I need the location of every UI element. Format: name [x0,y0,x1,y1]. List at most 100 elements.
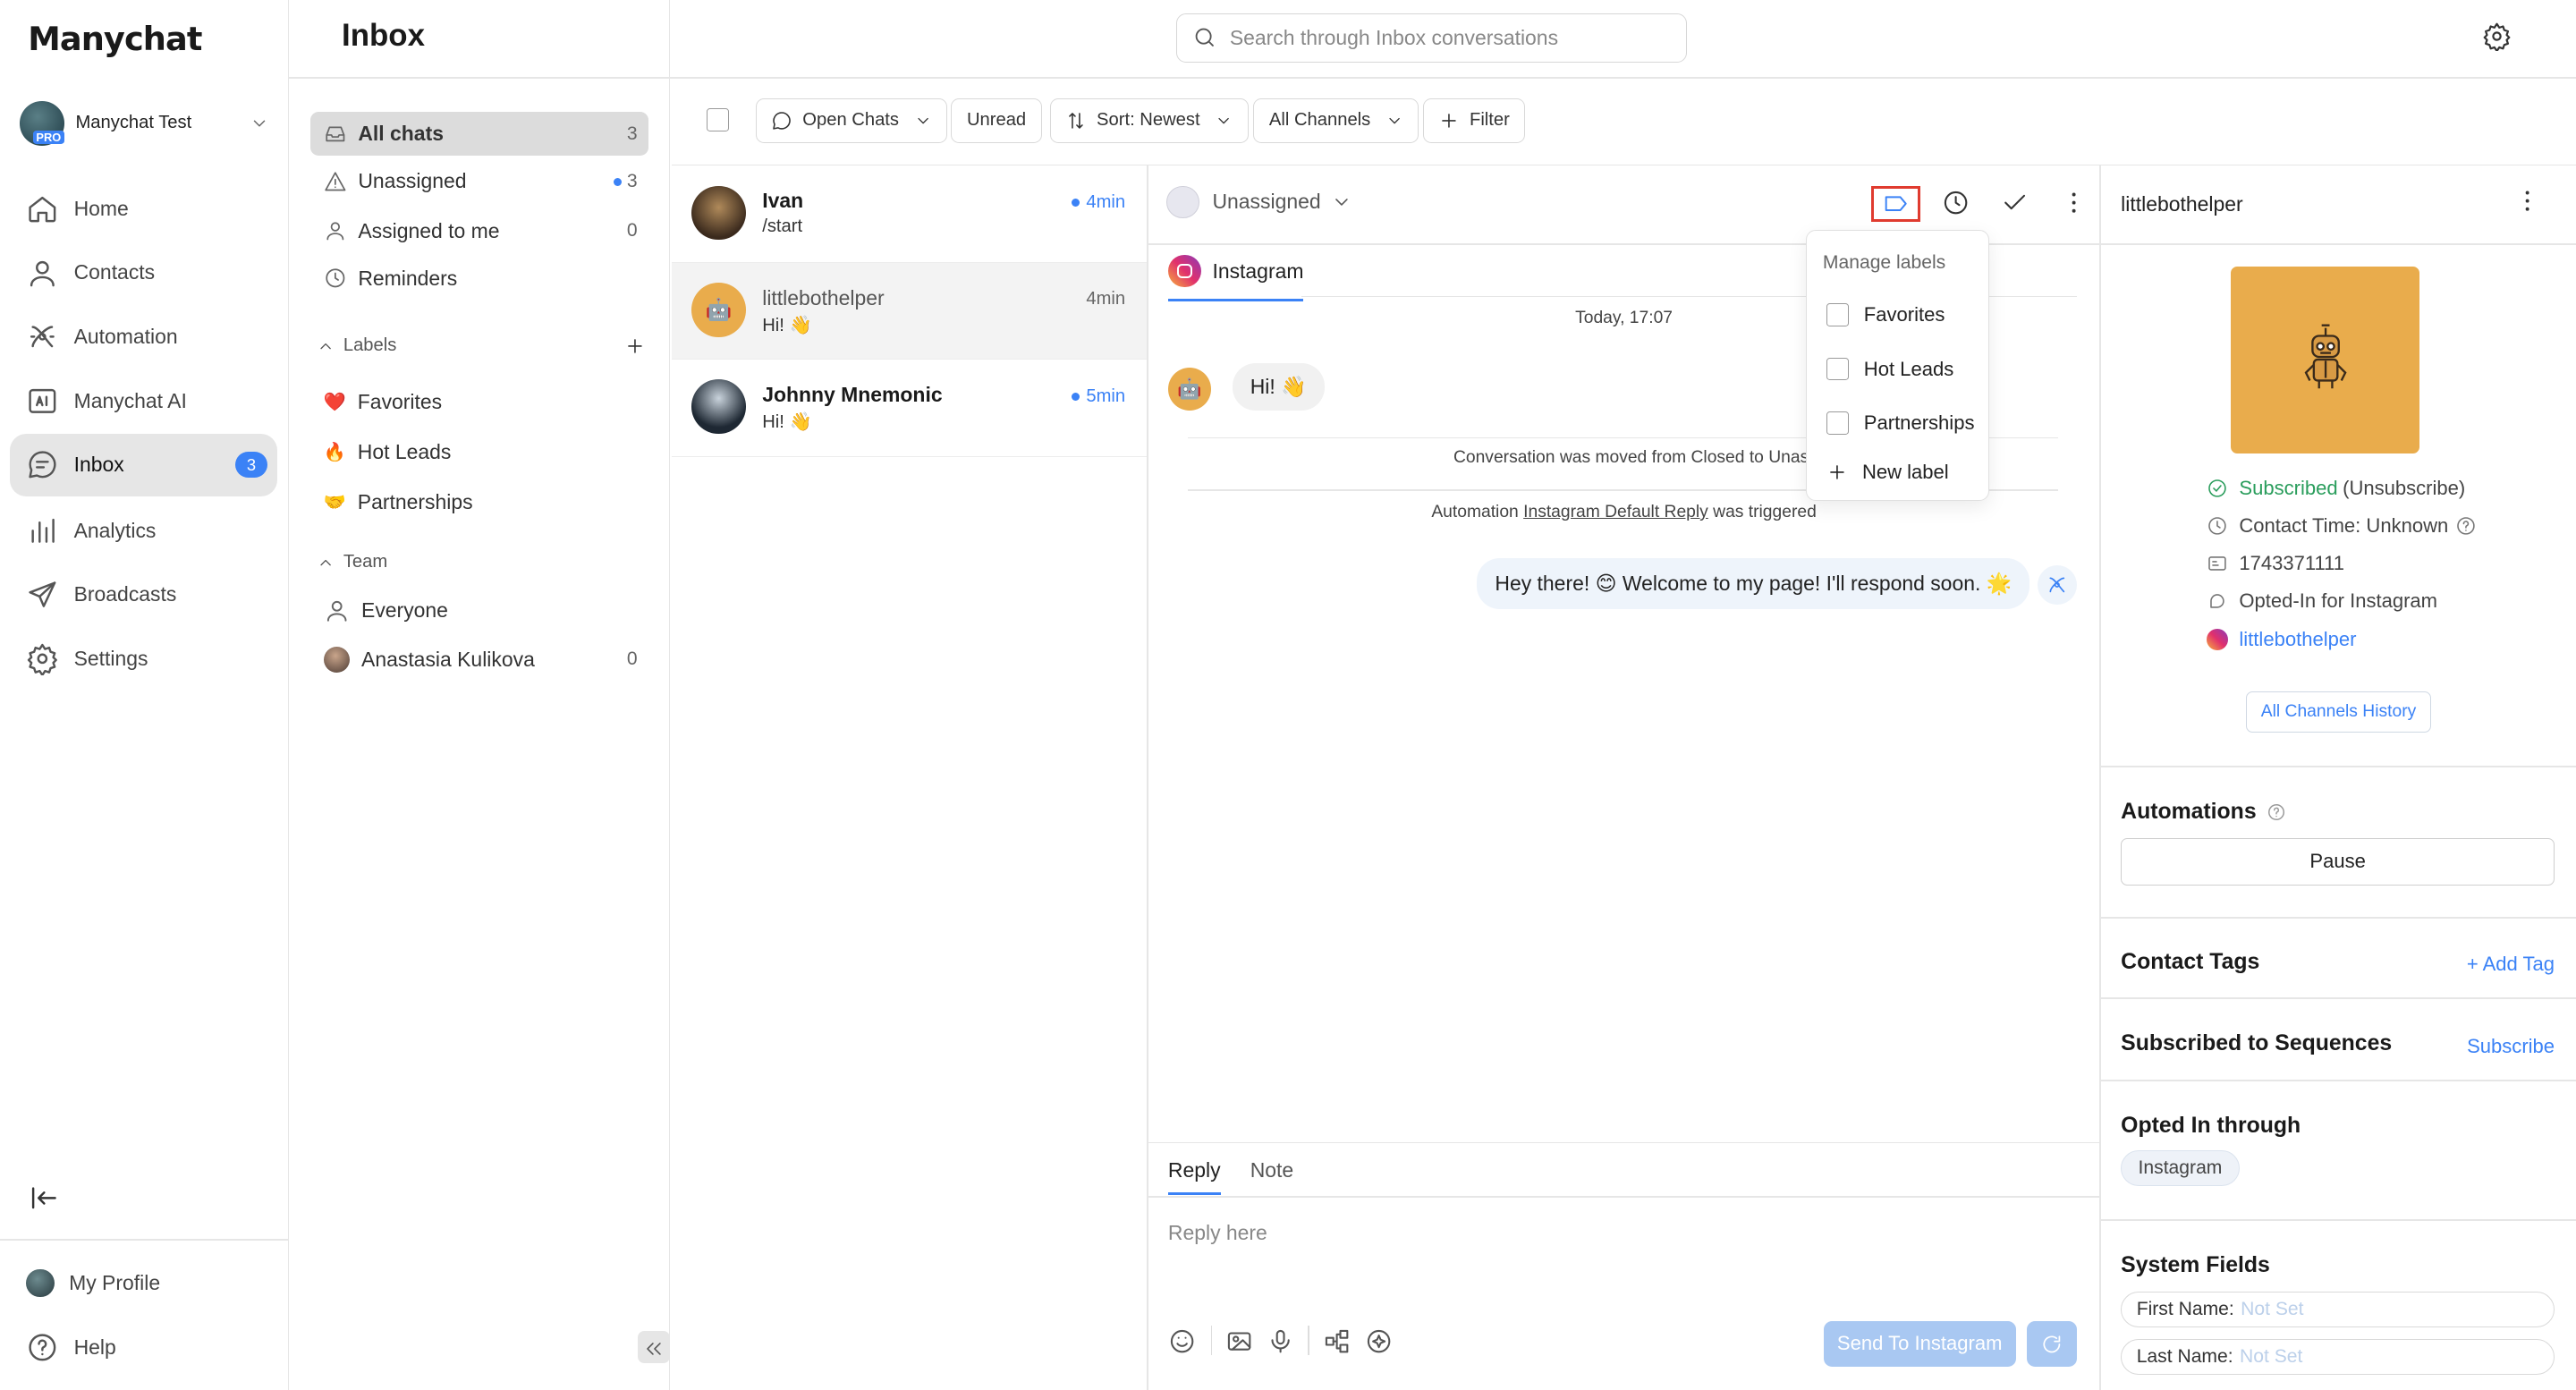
chevron-up-icon [317,554,335,572]
unread-filter-button[interactable]: Unread [951,98,1042,143]
checkbox[interactable] [1826,303,1850,326]
search-box[interactable]: Search through Inbox conversations [1176,13,1688,63]
automation-link[interactable]: Instagram Default Reply [1523,503,1708,521]
divider [1147,164,1148,1390]
nav-inbox[interactable]: Inbox 3 [10,433,278,496]
nav-home[interactable]: Home [10,177,277,240]
clock-icon [324,267,347,290]
chat-row-johnny-mnemonic[interactable]: Johnny Mnemonic Hi! 👋 5min [672,360,1147,457]
snooze-clock-icon[interactable] [1942,189,1970,216]
nav-label: Manychat AI [73,388,187,412]
ai-icon [26,385,59,418]
labels-section-header[interactable]: Labels [317,335,645,357]
sequences-title: Subscribed to Sequences [2121,1031,2393,1056]
opted-in-label: Opted-In for Instagram [2239,589,2438,613]
plus-icon[interactable] [624,335,646,357]
automation-badge[interactable] [2037,564,2077,605]
nav-automation[interactable]: Automation [10,306,277,369]
channel-tab-label: Instagram [1212,259,1304,283]
checkbox[interactable] [1826,411,1850,435]
refresh-icon [2040,1333,2063,1356]
settings-gear-icon[interactable] [2482,21,2512,53]
tab-reply[interactable]: Reply [1167,1158,1221,1195]
tab-instagram[interactable]: Instagram [1167,254,1304,302]
nav-analytics[interactable]: Analytics [10,499,277,562]
select-all-checkbox[interactable] [706,108,730,131]
manage-labels-button[interactable] [1871,185,1921,222]
label-hot-leads[interactable]: 🔥 Hot Leads [310,430,648,475]
nav-help[interactable]: Help [10,1316,277,1378]
chat-row-ivan[interactable]: Ivan /start 4min [672,166,1147,263]
open-chats-dropdown[interactable]: Open Chats [755,98,948,143]
new-label-button[interactable]: New label [1826,461,1949,484]
subscribe-sequence-link[interactable]: Subscribe [2467,1035,2555,1058]
tab-note[interactable]: Note [1250,1158,1293,1182]
team-everyone[interactable]: Everyone [310,589,648,633]
divider [2099,242,2576,245]
filter-label: Filter [1469,110,1510,131]
label-partnerships[interactable]: 🤝 Partnerships [310,479,648,524]
team-section-header[interactable]: Team [317,552,387,572]
all-channels-history-button[interactable]: All Channels History [2245,691,2432,733]
microphone-icon[interactable] [1267,1327,1294,1355]
collapse-panel-button[interactable] [637,1330,671,1364]
assignee-dropdown[interactable]: Unassigned [1166,185,1352,219]
last-name-field[interactable]: Last Name: Not Set [2121,1338,2555,1376]
ai-assist-icon[interactable] [1365,1327,1393,1355]
nav-broadcasts[interactable]: Broadcasts [10,564,277,626]
help-icon[interactable] [2455,515,2477,537]
nav-my-profile[interactable]: My Profile [10,1252,277,1315]
first-name-field[interactable]: First Name: Not Set [2121,1291,2555,1328]
label-option-hot-leads[interactable]: Hot Leads [1826,357,1954,381]
instagram-handle-link[interactable]: littlebothelper [2239,628,2356,651]
option-label: Partnerships [1863,411,1975,435]
opted-in-through-title: Opted In through [2121,1114,2301,1139]
filter-button[interactable]: Filter [1422,98,1526,143]
folder-label: All chats [358,122,444,146]
add-tag-link[interactable]: + Add Tag [2467,953,2555,976]
reply-input[interactable]: Reply here [1168,1221,1267,1245]
instagram-handle[interactable]: littlebothelper [2206,628,2356,651]
label-favorites[interactable]: ❤️ Favorites [310,379,648,424]
divider [1308,1326,1309,1356]
nav-settings[interactable]: Settings [10,628,277,691]
label-option-partnerships[interactable]: Partnerships [1826,411,1975,435]
chat-last-message: Hi! 👋 [762,315,812,335]
folder-unassigned[interactable]: Unassigned 3 [310,159,648,204]
manychat-logo[interactable]: Manychat [28,20,202,58]
contact-avatar [691,379,746,434]
help-icon[interactable] [2267,802,2286,822]
search-input[interactable]: Search through Inbox conversations [1230,26,1558,50]
flow-icon[interactable] [1323,1327,1351,1355]
team-anastasia-kulikova[interactable]: Anastasia Kulikova 0 [310,638,648,682]
unsubscribe-link[interactable]: (Unsubscribe) [2343,477,2465,500]
contact-id: 1743371111 [2207,552,2344,575]
nav-manychat-ai[interactable]: Manychat AI [10,369,277,432]
field-value: Not Set [2241,1298,2304,1319]
manage-labels-menu: Manage labels Favorites Hot Leads Partne… [1805,230,1990,502]
mark-done-check-icon[interactable] [2001,189,2029,216]
folder-reminders[interactable]: Reminders [310,257,648,301]
nav-contacts[interactable]: Contacts [10,242,277,304]
checkbox[interactable] [1826,357,1850,381]
folder-assigned-to-me[interactable]: Assigned to me 0 [310,208,648,253]
collapse-sidebar-icon[interactable] [28,1182,61,1215]
send-button[interactable]: Send To Instagram [1823,1320,2016,1368]
pause-automations-button[interactable]: Pause [2121,837,2555,886]
option-label: Hot Leads [1863,357,1954,380]
more-vertical-icon[interactable] [2060,189,2088,216]
image-icon[interactable] [1225,1327,1253,1355]
chat-row-littlebothelper[interactable]: 🤖 littlebothelper Hi! 👋 4min [672,262,1147,360]
label-option-favorites[interactable]: Favorites [1826,303,1945,326]
more-vertical-icon[interactable] [2513,187,2541,215]
nav-label: Home [73,196,129,220]
folder-all-chats[interactable]: All chats 3 [310,111,649,157]
check-circle-icon [2207,478,2228,499]
team-member-label: Anastasia Kulikova [361,647,535,671]
channels-dropdown[interactable]: All Channels [1253,98,1419,143]
emoji-icon[interactable] [1168,1327,1196,1355]
account-switcher[interactable]: PRO Manychat Test [20,98,269,148]
refresh-button[interactable] [2027,1320,2077,1368]
sort-dropdown[interactable]: Sort: Newest [1049,98,1249,143]
robot-avatar-icon [2304,324,2347,389]
